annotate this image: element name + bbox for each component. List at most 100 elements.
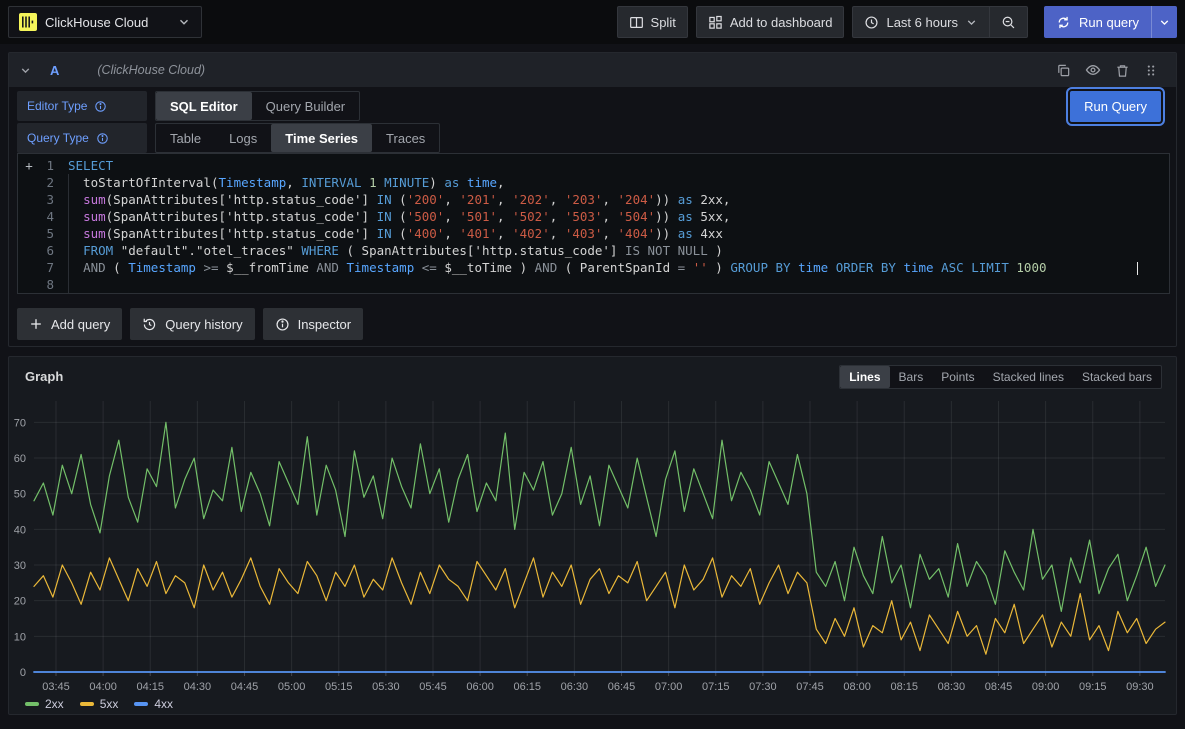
chevron-down-icon [19,64,32,77]
query-type-traces[interactable]: Traces [372,124,439,152]
editor-run-query-button[interactable]: Run Query [1070,91,1161,122]
legend-item-2xx[interactable]: 2xx [25,697,64,711]
line-number: 5 [36,225,54,242]
legend-item-4xx[interactable]: 4xx [134,697,173,711]
mode-stacked-lines[interactable]: Stacked lines [984,366,1073,388]
svg-text:50: 50 [14,489,26,501]
info-circle-icon [275,317,290,332]
run-query-button[interactable]: Run query [1044,6,1151,38]
svg-text:04:45: 04:45 [231,681,259,693]
editor-type-query-builder[interactable]: Query Builder [252,92,359,120]
line-number: 3 [36,191,54,208]
copy-icon [1056,63,1071,78]
datasource-picker[interactable]: ClickHouse Cloud [8,6,202,38]
code-line: 4 sum(SpanAttributes['http.status_code']… [18,208,1169,225]
chevron-down-icon [177,15,191,29]
add-to-dashboard-button[interactable]: Add to dashboard [696,6,845,38]
editor-type-label: Editor Type [17,91,147,121]
code-text: sum(SpanAttributes['http.status_code'] I… [68,225,1169,242]
split-button[interactable]: Split [617,6,688,38]
mode-bars[interactable]: Bars [890,366,933,388]
svg-text:05:45: 05:45 [419,681,447,693]
run-query-split-button: Run query [1044,6,1177,38]
svg-text:40: 40 [14,524,26,536]
toggle-query-visibility-button[interactable] [1085,62,1101,78]
sync-icon [1056,15,1071,30]
query-history-button[interactable]: Query history [130,308,254,340]
run-query-dropdown[interactable] [1151,6,1177,38]
graph-display-modes: Lines Bars Points Stacked lines Stacked … [839,365,1162,389]
svg-text:08:15: 08:15 [890,681,918,693]
datasource-name: ClickHouse Cloud [45,15,169,30]
add-query-button[interactable]: Add query [17,308,122,340]
graph-panel: Graph Lines Bars Points Stacked lines St… [8,356,1177,715]
explore-page: ClickHouse Cloud Split Add to dashboard … [0,0,1185,729]
time-range-label: Last 6 hours [886,15,958,30]
svg-text:07:30: 07:30 [749,681,777,693]
code-line: 5 sum(SpanAttributes['http.status_code']… [18,225,1169,242]
remove-query-button[interactable] [1115,63,1130,78]
query-ref-id[interactable]: A [50,63,59,78]
svg-text:04:30: 04:30 [184,681,212,693]
line-number: 6 [36,242,54,259]
code-lines: +1SELECT 2 toStartOfInterval(Timestamp, … [18,157,1169,293]
svg-text:07:00: 07:00 [655,681,683,693]
mode-points[interactable]: Points [932,366,983,388]
query-type-table[interactable]: Table [156,124,215,152]
mode-lines[interactable]: Lines [840,366,889,388]
code-line: 2 toStartOfInterval(Timestamp, INTERVAL … [18,174,1169,191]
svg-text:06:30: 06:30 [561,681,589,693]
sql-code-editor[interactable]: +1SELECT 2 toStartOfInterval(Timestamp, … [17,153,1170,294]
query-type-switcher: Table Logs Time Series Traces [155,123,440,153]
code-line: 7 AND ( Timestamp >= $__fromTime AND Tim… [18,259,1169,276]
duplicate-query-button[interactable] [1056,63,1071,78]
drag-handle[interactable] [1144,63,1158,78]
query-type-logs[interactable]: Logs [215,124,271,152]
svg-text:07:45: 07:45 [796,681,824,693]
svg-text:09:15: 09:15 [1079,681,1107,693]
code-line: 3 sum(SpanAttributes['http.status_code']… [18,191,1169,208]
clickhouse-logo-icon [19,13,37,31]
svg-text:07:15: 07:15 [702,681,730,693]
svg-text:60: 60 [14,453,26,465]
split-icon [629,15,644,30]
legend-swatch [80,702,94,706]
editor-type-switcher: SQL Editor Query Builder [155,91,360,121]
glyph-margin [22,259,36,276]
query-type-time-series[interactable]: Time Series [271,124,372,152]
mode-stacked-bars[interactable]: Stacked bars [1073,366,1161,388]
top-toolbar: ClickHouse Cloud Split Add to dashboard … [0,0,1185,44]
glyph-margin [22,174,36,191]
legend-swatch [25,702,39,706]
legend-item-5xx[interactable]: 5xx [80,697,119,711]
chevron-down-icon [1158,16,1171,29]
code-text: AND ( Timestamp >= $__fromTime AND Times… [68,259,1169,276]
inspector-button[interactable]: Inspector [263,308,363,340]
grip-dots-icon [1144,63,1158,78]
line-number: 7 [36,259,54,276]
editor-type-sql-editor[interactable]: SQL Editor [156,92,252,120]
query-type-label: Query Type [17,123,147,153]
time-range-button[interactable]: Last 6 hours [852,6,989,38]
code-text: toStartOfInterval(Timestamp, INTERVAL 1 … [68,174,1169,191]
svg-text:09:30: 09:30 [1126,681,1154,693]
graph-legend: 2xx 5xx 4xx [25,697,173,711]
code-line: +1SELECT [18,157,1169,174]
code-text: sum(SpanAttributes['http.status_code'] I… [68,191,1169,208]
svg-text:30: 30 [14,560,26,572]
history-icon [142,317,157,332]
apps-grid-icon [708,15,723,30]
info-circle-icon[interactable] [94,100,107,113]
svg-text:20: 20 [14,596,26,608]
zoom-out-button[interactable] [989,6,1028,38]
svg-text:70: 70 [14,417,26,429]
svg-text:04:00: 04:00 [89,681,117,693]
add-to-dashboard-label: Add to dashboard [730,15,833,30]
collapse-query-button[interactable] [19,64,32,77]
info-circle-icon[interactable] [96,132,109,145]
svg-text:03:45: 03:45 [42,681,70,693]
plus-icon [29,317,43,331]
trash-icon [1115,63,1130,78]
graph-svg[interactable]: 01020304050607003:4504:0004:1504:3004:45… [9,393,1178,703]
query-datasource-hint: (ClickHouse Cloud) [97,63,205,77]
